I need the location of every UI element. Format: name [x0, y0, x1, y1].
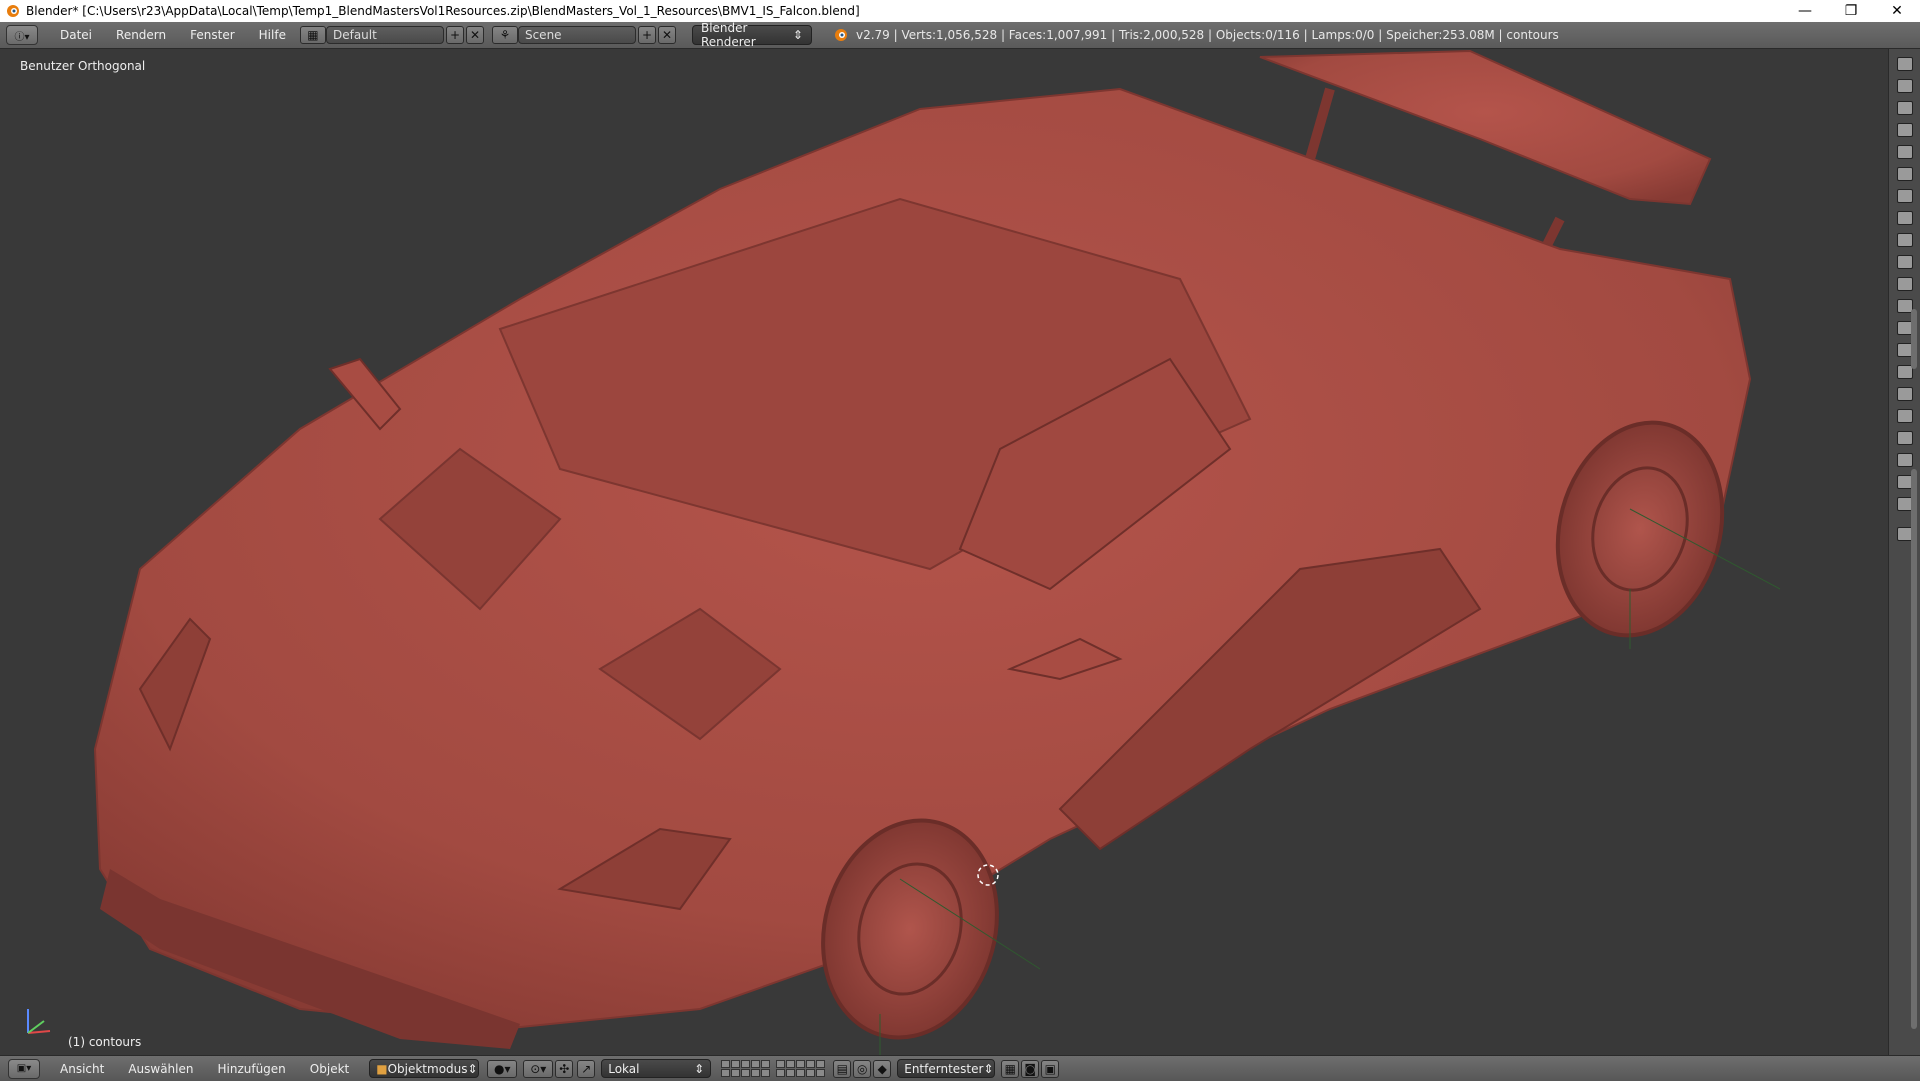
menu-hinzufuegen[interactable]: Hinzufügen [205, 1062, 297, 1076]
scene-field[interactable]: Scene [517, 26, 636, 44]
camera-icon[interactable]: ◙ [1021, 1059, 1040, 1078]
blender-logo-icon [7, 5, 19, 17]
restrict-view-icon[interactable] [1897, 123, 1913, 137]
restrict-view-icon[interactable] [1897, 277, 1913, 291]
3d-view-header: ▣▾ Ansicht Auswählen Hinzufügen Objekt ■… [0, 1055, 1920, 1081]
render-engine-label: Blender Renderer [700, 21, 756, 49]
restrict-view-icon[interactable] [1897, 211, 1913, 225]
add-screen-button[interactable]: + [445, 26, 464, 44]
restrict-view-icon[interactable] [1897, 145, 1913, 159]
minimize-button[interactable]: — [1782, 0, 1828, 22]
info-icon: ⓘ▾ [14, 31, 30, 43]
active-object-label: (1) contours [68, 1035, 142, 1049]
view3d-editor-icon: ▣▾ [16, 1063, 32, 1074]
screen-layout-icon[interactable]: ▦ [299, 26, 326, 44]
car-model-render [93, 49, 1781, 1055]
layer-buttons[interactable] [721, 1060, 831, 1077]
viewport-shading-button[interactable]: ●▾ [487, 1059, 518, 1078]
restrict-view-icon[interactable] [1897, 453, 1913, 467]
dropdown-arrow-icon: ⇕ [792, 28, 803, 42]
maximize-button[interactable]: ❐ [1828, 0, 1874, 22]
snap-target-select[interactable]: Entferntester ⇕ [897, 1059, 996, 1078]
restrict-view-icon[interactable] [1897, 189, 1913, 203]
outliner-editor-icon[interactable] [1897, 57, 1913, 71]
restrict-view-icon[interactable] [1897, 387, 1913, 401]
window-title: Blender* [C:\Users\r23\AppData\Local\Tem… [26, 4, 860, 18]
remove-screen-button[interactable]: ✕ [465, 26, 484, 44]
object-mode-icon: ■ [376, 1061, 388, 1076]
transform-orientation-label: Lokal [608, 1061, 640, 1076]
menu-rendern[interactable]: Rendern [104, 28, 178, 42]
remove-scene-button[interactable]: ✕ [657, 26, 676, 44]
restrict-view-icon[interactable] [1897, 431, 1913, 445]
scene-statistics: v2.79 | Verts:1,056,528 | Faces:1,007,99… [855, 28, 1559, 42]
interaction-mode-select[interactable]: ■ Objektmodus ⇕ [369, 1059, 480, 1078]
layer-grid-right[interactable] [776, 1060, 826, 1077]
scene-icon[interactable]: ⚘ [491, 26, 518, 44]
proportional-edit-icon[interactable]: ◎ [853, 1059, 872, 1078]
menu-datei[interactable]: Datei [48, 28, 104, 42]
snap-target-label: Entferntester [904, 1061, 984, 1076]
editor-type-button[interactable]: ▣▾ [8, 1058, 40, 1079]
editor-type-button[interactable]: ⓘ▾ [6, 25, 38, 45]
lock-camera-icon[interactable]: ▤ [833, 1059, 852, 1078]
restrict-view-icon[interactable] [1897, 409, 1913, 423]
axis-gizmo-icon [27, 1009, 51, 1034]
restrict-view-icon[interactable] [1897, 255, 1913, 269]
add-scene-button[interactable]: + [637, 26, 656, 44]
menu-fenster[interactable]: Fenster [178, 28, 247, 42]
window-title-bar: Blender* [C:\Users\r23\AppData\Local\Tem… [0, 0, 1920, 22]
snap-toggle-icon[interactable]: ◆ [873, 1059, 892, 1078]
transform-orientation-icon[interactable]: ↗ [577, 1059, 596, 1078]
dropdown-arrow-icon: ⇕ [467, 1061, 478, 1076]
menu-hilfe[interactable]: Hilfe [247, 28, 298, 42]
restrict-view-icon[interactable] [1897, 79, 1913, 93]
menu-objekt[interactable]: Objekt [298, 1062, 361, 1076]
render-engine-select[interactable]: Blender Renderer ⇕ [691, 21, 812, 49]
layer-grid-left[interactable] [721, 1060, 771, 1077]
render-opengl-icon[interactable]: ▦ [1001, 1059, 1020, 1078]
blender-version-icon [834, 29, 847, 41]
manipulator-toggle-icon[interactable]: ✣ [555, 1059, 574, 1078]
pivot-point-button[interactable]: ⊙▾ [523, 1059, 554, 1078]
dropdown-arrow-icon: ⇕ [694, 1061, 705, 1076]
transform-orientation-select[interactable]: Lokal ⇕ [601, 1059, 712, 1078]
dropdown-arrow-icon: ⇕ [983, 1061, 994, 1076]
close-button[interactable]: ✕ [1874, 0, 1920, 22]
restrict-view-icon[interactable] [1897, 101, 1913, 115]
viewport-view-label: Benutzer Orthogonal [20, 59, 146, 73]
outliner-scrollbar[interactable] [1911, 309, 1917, 369]
menu-auswaehlen[interactable]: Auswählen [116, 1062, 205, 1076]
restrict-view-icon[interactable] [1897, 233, 1913, 247]
info-header: ⓘ▾ Datei Rendern Fenster Hilfe ▦ Default… [0, 21, 1920, 49]
3d-viewport[interactable]: Benutzer Orthogonal (1) contours [0, 49, 1888, 1055]
screen-layout-field[interactable]: Default [325, 26, 444, 44]
restrict-view-icon[interactable] [1897, 167, 1913, 181]
outliner-strip [1888, 49, 1920, 1055]
interaction-mode-label: Objektmodus [387, 1061, 468, 1076]
animation-render-icon[interactable]: ▣ [1041, 1059, 1060, 1078]
properties-scrollbar[interactable] [1911, 469, 1917, 1029]
menu-ansicht[interactable]: Ansicht [48, 1062, 116, 1076]
